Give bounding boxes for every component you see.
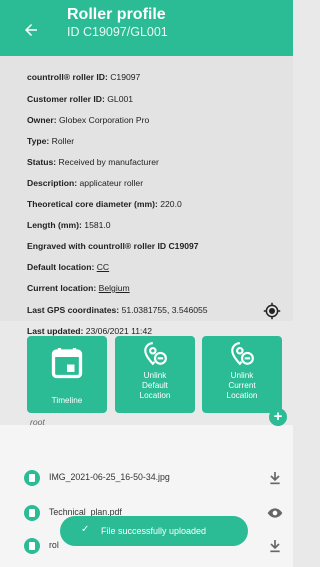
current-location-link[interactable]: Belgium [99, 283, 130, 293]
toast-message: File successfully uploaded [101, 526, 207, 536]
app-header: Roller profile ID C19097/GL001 [0, 0, 293, 56]
location-unlink-icon [231, 342, 254, 366]
unlink-default-line1: Unlink [143, 371, 167, 380]
location-unlink-icon [144, 342, 167, 366]
check-icon: ✓ [81, 524, 90, 535]
detail-roller-id: countroll® roller ID: C19097 [27, 72, 141, 82]
plus-icon: + [273, 408, 283, 425]
file-name: IMG_2021-06-25_16-50-34.jpg [49, 472, 170, 482]
page-subtitle: ID C19097/GL001 [67, 25, 168, 39]
file-icon [24, 538, 40, 554]
roller-details-panel: countroll® roller ID: C19097 Customer ro… [0, 56, 293, 336]
gps-location-button[interactable] [263, 302, 281, 320]
unlink-default-line2: Default [142, 381, 168, 390]
unlink-default-line3: Location [139, 391, 171, 400]
download-icon[interactable] [267, 538, 283, 554]
eye-icon[interactable] [267, 505, 283, 521]
page-title: Roller profile [67, 6, 166, 23]
default-location-link[interactable]: CC [97, 262, 109, 272]
detail-default-location: Default location: CC [27, 262, 110, 272]
detail-type: Type: Roller [27, 136, 75, 146]
file-icon [24, 470, 40, 486]
detail-last-updated: Last updated: 23/06/2021 11:42 [27, 326, 152, 336]
list-item[interactable]: IMG_2021-06-25_16-50-34.jpg [0, 462, 293, 496]
file-icon [24, 505, 40, 521]
detail-status: Status: Received by manufacturer [27, 157, 159, 167]
detail-description: Description: applicateur roller [27, 178, 144, 188]
detail-gps: Last GPS coordinates: 51.0381755, 3.5460… [27, 305, 208, 315]
calendar-icon [51, 348, 83, 379]
arrow-left-icon [25, 24, 37, 36]
unlink-current-line3: Location [226, 391, 258, 400]
unlink-current-line2: Current [228, 381, 256, 390]
detail-core-diameter: Theoretical core diameter (mm): 220.0 [27, 199, 182, 209]
detail-current-location: Current location: Belgium [27, 283, 130, 293]
download-icon[interactable] [267, 470, 283, 486]
timeline-button[interactable]: Timeline [27, 336, 107, 413]
unlink-default-location-button[interactable]: Unlink Default Location [115, 336, 195, 413]
add-file-button[interactable]: + [269, 408, 287, 426]
unlink-current-line1: Unlink [230, 371, 254, 380]
folder-root-label: root [30, 417, 45, 427]
detail-customer-id: Customer roller ID: GL001 [27, 94, 134, 104]
timeline-label: Timeline [51, 396, 83, 405]
detail-engraved: Engraved with countroll® roller ID C1909… [27, 241, 199, 251]
gps-target-icon [263, 302, 281, 320]
upload-success-toast: ✓ File successfully uploaded [60, 516, 248, 546]
detail-length: Length (mm): 1581.0 [27, 220, 111, 230]
detail-owner: Owner: Globex Corporation Pro [27, 115, 150, 125]
file-name: rol [49, 540, 59, 550]
unlink-current-location-button[interactable]: Unlink Current Location [202, 336, 282, 413]
back-button[interactable] [22, 21, 42, 41]
